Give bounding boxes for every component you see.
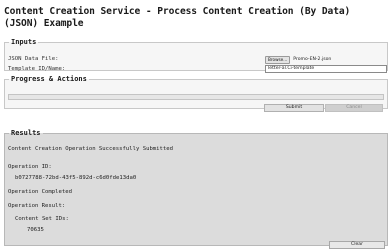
inputs-section: Inputs JSON Data File: Browse... Promo-E…	[4, 38, 388, 73]
progress-bar	[8, 94, 384, 100]
progress-legend: Progress & Actions	[11, 75, 87, 83]
submission-status: Content Creation Operation Successfully …	[8, 146, 174, 152]
json-file-label: JSON Data File:	[8, 56, 59, 62]
selected-file-name: Promo-EN-2.json	[293, 56, 332, 62]
submit-button[interactable]: Submit	[264, 104, 324, 112]
content-set-id-value: 70635	[27, 227, 44, 233]
results-legend: Results	[11, 129, 41, 137]
json-file-picker[interactable]: Browse... Promo-EN-2.json	[265, 55, 332, 64]
operation-id-value: b0727788-72bd-43f5-892d-c6d0fde13da0	[15, 175, 137, 181]
completion-status: Operation Completed	[8, 189, 72, 195]
content-set-ids-label: Content Set IDs:	[15, 216, 69, 222]
progress-actions-section: Progress & Actions Submit Cancel	[4, 75, 388, 112]
operation-result-label: Operation Result:	[8, 203, 66, 209]
inputs-legend: Inputs	[11, 38, 37, 46]
operation-id-label: Operation ID:	[8, 164, 52, 170]
clear-button[interactable]: Clear	[329, 241, 385, 249]
template-id-input[interactable]: letter-al.Ci-template	[265, 65, 387, 73]
cancel-button[interactable]: Cancel	[325, 104, 383, 112]
template-id-label: Template ID/Name:	[8, 66, 66, 72]
browse-button[interactable]: Browse...	[265, 55, 291, 64]
page-title: Content Creation Service - Process Conte…	[4, 6, 351, 29]
results-section: Results Content Creation Operation Succe…	[4, 129, 388, 249]
